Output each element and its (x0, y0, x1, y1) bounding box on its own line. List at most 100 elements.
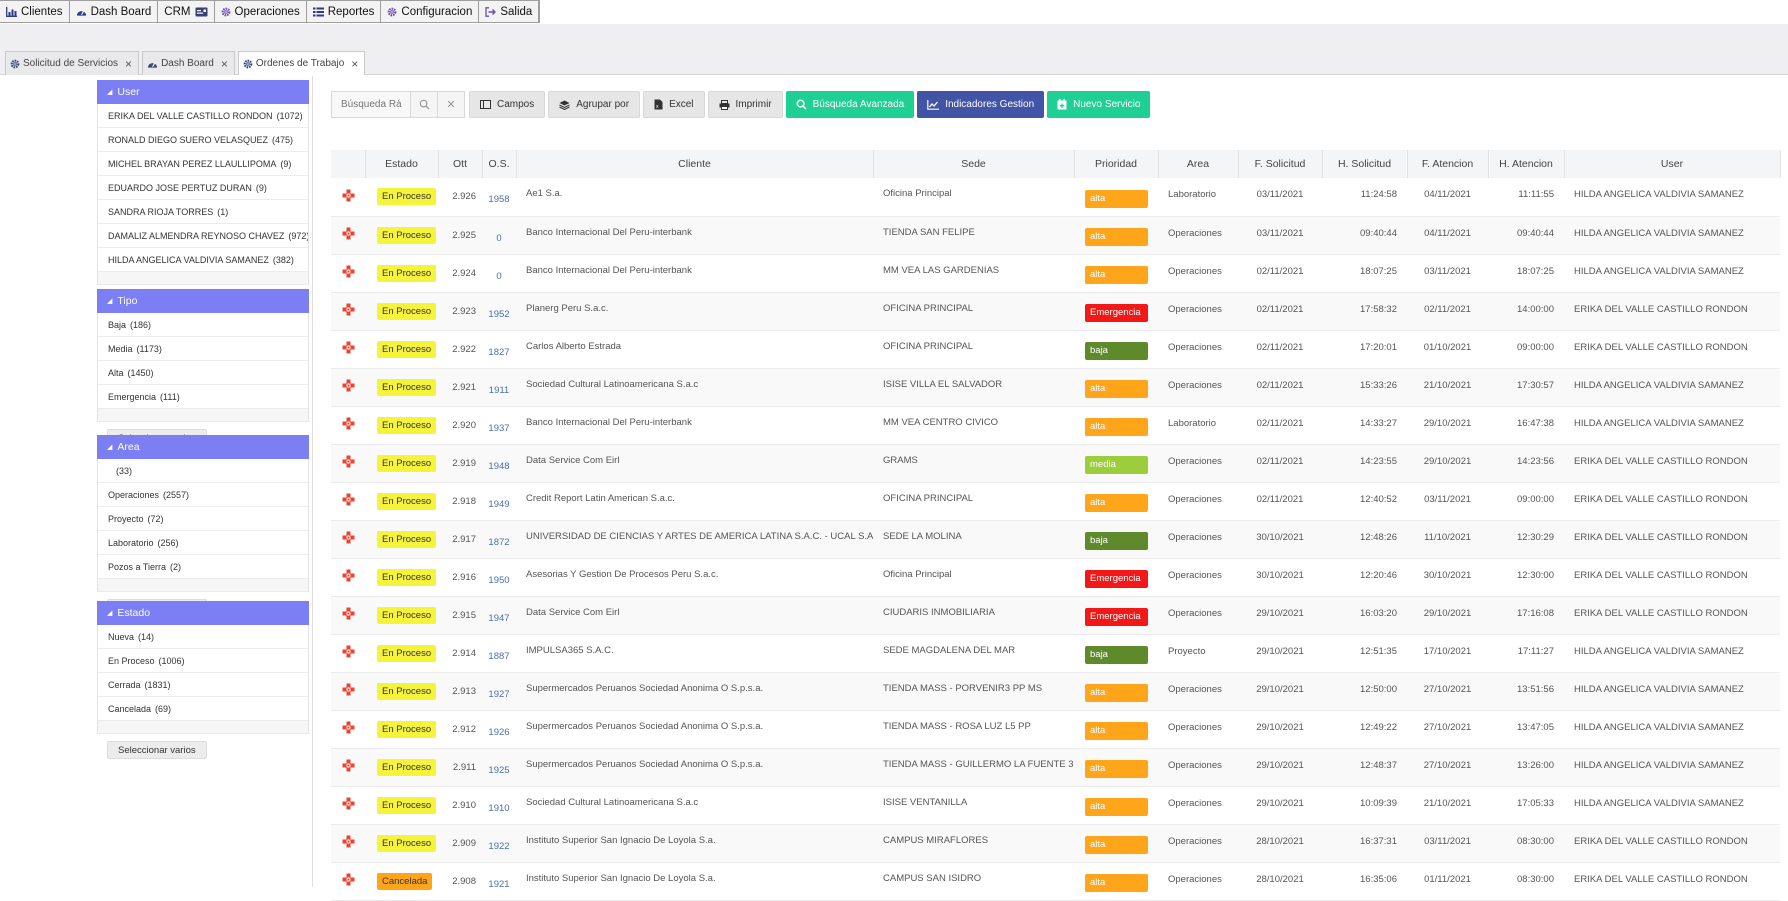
row-action-cell[interactable] (331, 596, 365, 635)
os-link[interactable]: 1910 (482, 786, 516, 825)
os-link[interactable]: 1952 (482, 292, 516, 331)
os-link[interactable]: 1949 (482, 482, 516, 521)
medical-cross-icon[interactable] (342, 835, 355, 851)
table-row[interactable]: En Proceso 2.923 1952 Planerg Peru S.a.c. OF… (331, 292, 1780, 331)
medical-cross-icon[interactable] (342, 189, 355, 205)
medical-cross-icon[interactable] (342, 531, 355, 547)
filter-item[interactable]: Cerrada (1831) (98, 673, 308, 697)
os-link[interactable]: 1887 (482, 634, 516, 673)
os-link[interactable]: 1925 (482, 748, 516, 787)
medical-cross-icon[interactable] (342, 227, 355, 243)
medical-cross-icon[interactable] (342, 493, 355, 509)
table-row[interactable]: En Proceso 2.918 1949 Credit Report Latin A… (331, 482, 1780, 521)
menu-item-crm[interactable]: CRM (158, 1, 215, 22)
filter-item[interactable]: Pozos a Tierra (2) (98, 555, 308, 579)
medical-cross-icon[interactable] (342, 341, 355, 357)
table-row[interactable]: En Proceso 2.911 1925 Supermercados Peruano… (331, 748, 1780, 787)
filter-item[interactable]: MICHEL BRAYAN PEREZ LLAULLIPOMA (9) (98, 152, 308, 176)
row-action-cell[interactable] (331, 330, 365, 369)
filter-item[interactable]: Media (1173) (98, 337, 308, 361)
column-header-sede[interactable]: Sede (873, 150, 1075, 178)
medical-cross-icon[interactable] (342, 759, 355, 775)
filter-item[interactable]: Baja (186) (98, 313, 308, 337)
tab-close-icon[interactable]: × (125, 57, 132, 71)
row-action-cell[interactable] (331, 862, 365, 901)
row-action-cell[interactable] (331, 748, 365, 787)
table-row[interactable]: En Proceso 2.914 1887 IMPULSA365 S.A.C. SEDE… (331, 634, 1780, 673)
row-action-cell[interactable] (331, 292, 365, 331)
seleccionar-varios-button[interactable]: Seleccionar varios (107, 741, 207, 759)
menu-item-reportes[interactable]: Reportes (307, 1, 382, 22)
os-link[interactable]: 0 (482, 254, 516, 293)
table-row[interactable]: En Proceso 2.924 0 Banco Internacional Del … (331, 254, 1780, 293)
row-action-cell[interactable] (331, 482, 365, 521)
tab-dash-board[interactable]: Dash Board × (142, 51, 235, 75)
os-link[interactable]: 1927 (482, 672, 516, 711)
row-action-cell[interactable] (331, 368, 365, 407)
row-action-cell[interactable] (331, 824, 365, 863)
table-row[interactable]: En Proceso 2.910 1910 Sociedad Cultural Lat… (331, 786, 1780, 825)
indicadores-gestion-button[interactable]: Indicadores Gestion (917, 91, 1045, 118)
row-action-cell[interactable] (331, 444, 365, 483)
table-row[interactable]: En Proceso 2.915 1947 Data Service Com Eirl… (331, 596, 1780, 635)
menu-item-dash-board[interactable]: Dash Board (70, 1, 159, 22)
os-link[interactable]: 1950 (482, 558, 516, 597)
medical-cross-icon[interactable] (342, 797, 355, 813)
column-header-icon[interactable] (331, 150, 366, 178)
medical-cross-icon[interactable] (342, 721, 355, 737)
column-header-os[interactable]: O.S. (482, 150, 517, 178)
medical-cross-icon[interactable] (342, 607, 355, 623)
filter-item[interactable]: (33) (98, 459, 308, 483)
filter-item[interactable]: RONALD DIEGO SUERO VELASQUEZ (475) (98, 128, 308, 152)
filter-item[interactable]: Emergencia (111) (98, 385, 308, 409)
filter-item[interactable]: SANDRA RIOJA TORRES (1) (98, 200, 308, 224)
medical-cross-icon[interactable] (342, 303, 355, 319)
medical-cross-icon[interactable] (342, 569, 355, 585)
search-button[interactable] (410, 92, 437, 117)
menu-item-configuracion[interactable]: Configuracion (381, 1, 480, 22)
column-header-prioridad[interactable]: Prioridad (1074, 150, 1159, 178)
table-row[interactable]: En Proceso 2.926 1958 Ae1 S.a. Oficina Princ… (331, 178, 1780, 217)
row-action-cell[interactable] (331, 672, 365, 711)
filter-item[interactable]: DAMALIZ ALMENDRA REYNOSO CHAVEZ (972) (98, 224, 308, 248)
os-link[interactable]: 1921 (482, 862, 516, 901)
os-link[interactable]: 1926 (482, 710, 516, 749)
filter-item[interactable]: En Proceso (1006) (98, 649, 308, 673)
medical-cross-icon[interactable] (342, 379, 355, 395)
row-action-cell[interactable] (331, 254, 365, 293)
agrupar-button[interactable]: Agrupar por (548, 91, 641, 118)
row-action-cell[interactable] (331, 520, 365, 559)
column-header-cliente[interactable]: Cliente (516, 150, 874, 178)
table-row[interactable]: En Proceso 2.925 0 Banco Internacional Del … (331, 216, 1780, 255)
tab-solicitud-de-servicios[interactable]: Solicitud de Servicios × (5, 51, 140, 75)
campos-button[interactable]: Campos (469, 91, 546, 118)
filter-item[interactable]: ERIKA DEL VALLE CASTILLO RONDON (1072) (98, 104, 308, 128)
os-link[interactable]: 0 (482, 216, 516, 255)
column-header-f-atencion[interactable]: F. Atencion (1407, 150, 1489, 178)
row-action-cell[interactable] (331, 710, 365, 749)
os-link[interactable]: 1947 (482, 596, 516, 635)
os-link[interactable]: 1937 (482, 406, 516, 445)
medical-cross-icon[interactable] (342, 683, 355, 699)
table-row[interactable]: En Proceso 2.921 1911 Sociedad Cultural Lat… (331, 368, 1780, 407)
filter-group-header[interactable]: ◢ Estado (97, 601, 309, 625)
filter-item[interactable]: EDUARDO JOSE PERTUZ DURAN (9) (98, 176, 308, 200)
row-action-cell[interactable] (331, 216, 365, 255)
medical-cross-icon[interactable] (342, 455, 355, 471)
column-header-user[interactable]: User (1564, 150, 1781, 178)
menu-item-salida[interactable]: Salida (479, 1, 540, 22)
row-action-cell[interactable] (331, 634, 365, 673)
table-row[interactable]: En Proceso 2.920 1937 Banco Internacional D… (331, 406, 1780, 445)
table-row[interactable]: En Proceso 2.919 1948 Data Service Com Eirl… (331, 444, 1780, 483)
table-row[interactable]: Cancelada 2.908 1921 Instituto Superior San… (331, 862, 1780, 901)
row-action-cell[interactable] (331, 558, 365, 597)
filter-item[interactable]: Proyecto (72) (98, 507, 308, 531)
os-link[interactable]: 1872 (482, 520, 516, 559)
tab-ordenes-de-trabajo[interactable]: Ordenes de Trabajo × (237, 51, 366, 75)
table-row[interactable]: En Proceso 2.916 1950 Asesorias Y Gestion D… (331, 558, 1780, 597)
medical-cross-icon[interactable] (342, 645, 355, 661)
column-header-h-solicitud[interactable]: H. Solicitud (1322, 150, 1408, 178)
os-link[interactable]: 1958 (482, 178, 516, 217)
row-action-cell[interactable] (331, 406, 365, 445)
table-row[interactable]: En Proceso 2.909 1922 Instituto Superior Sa… (331, 824, 1780, 863)
